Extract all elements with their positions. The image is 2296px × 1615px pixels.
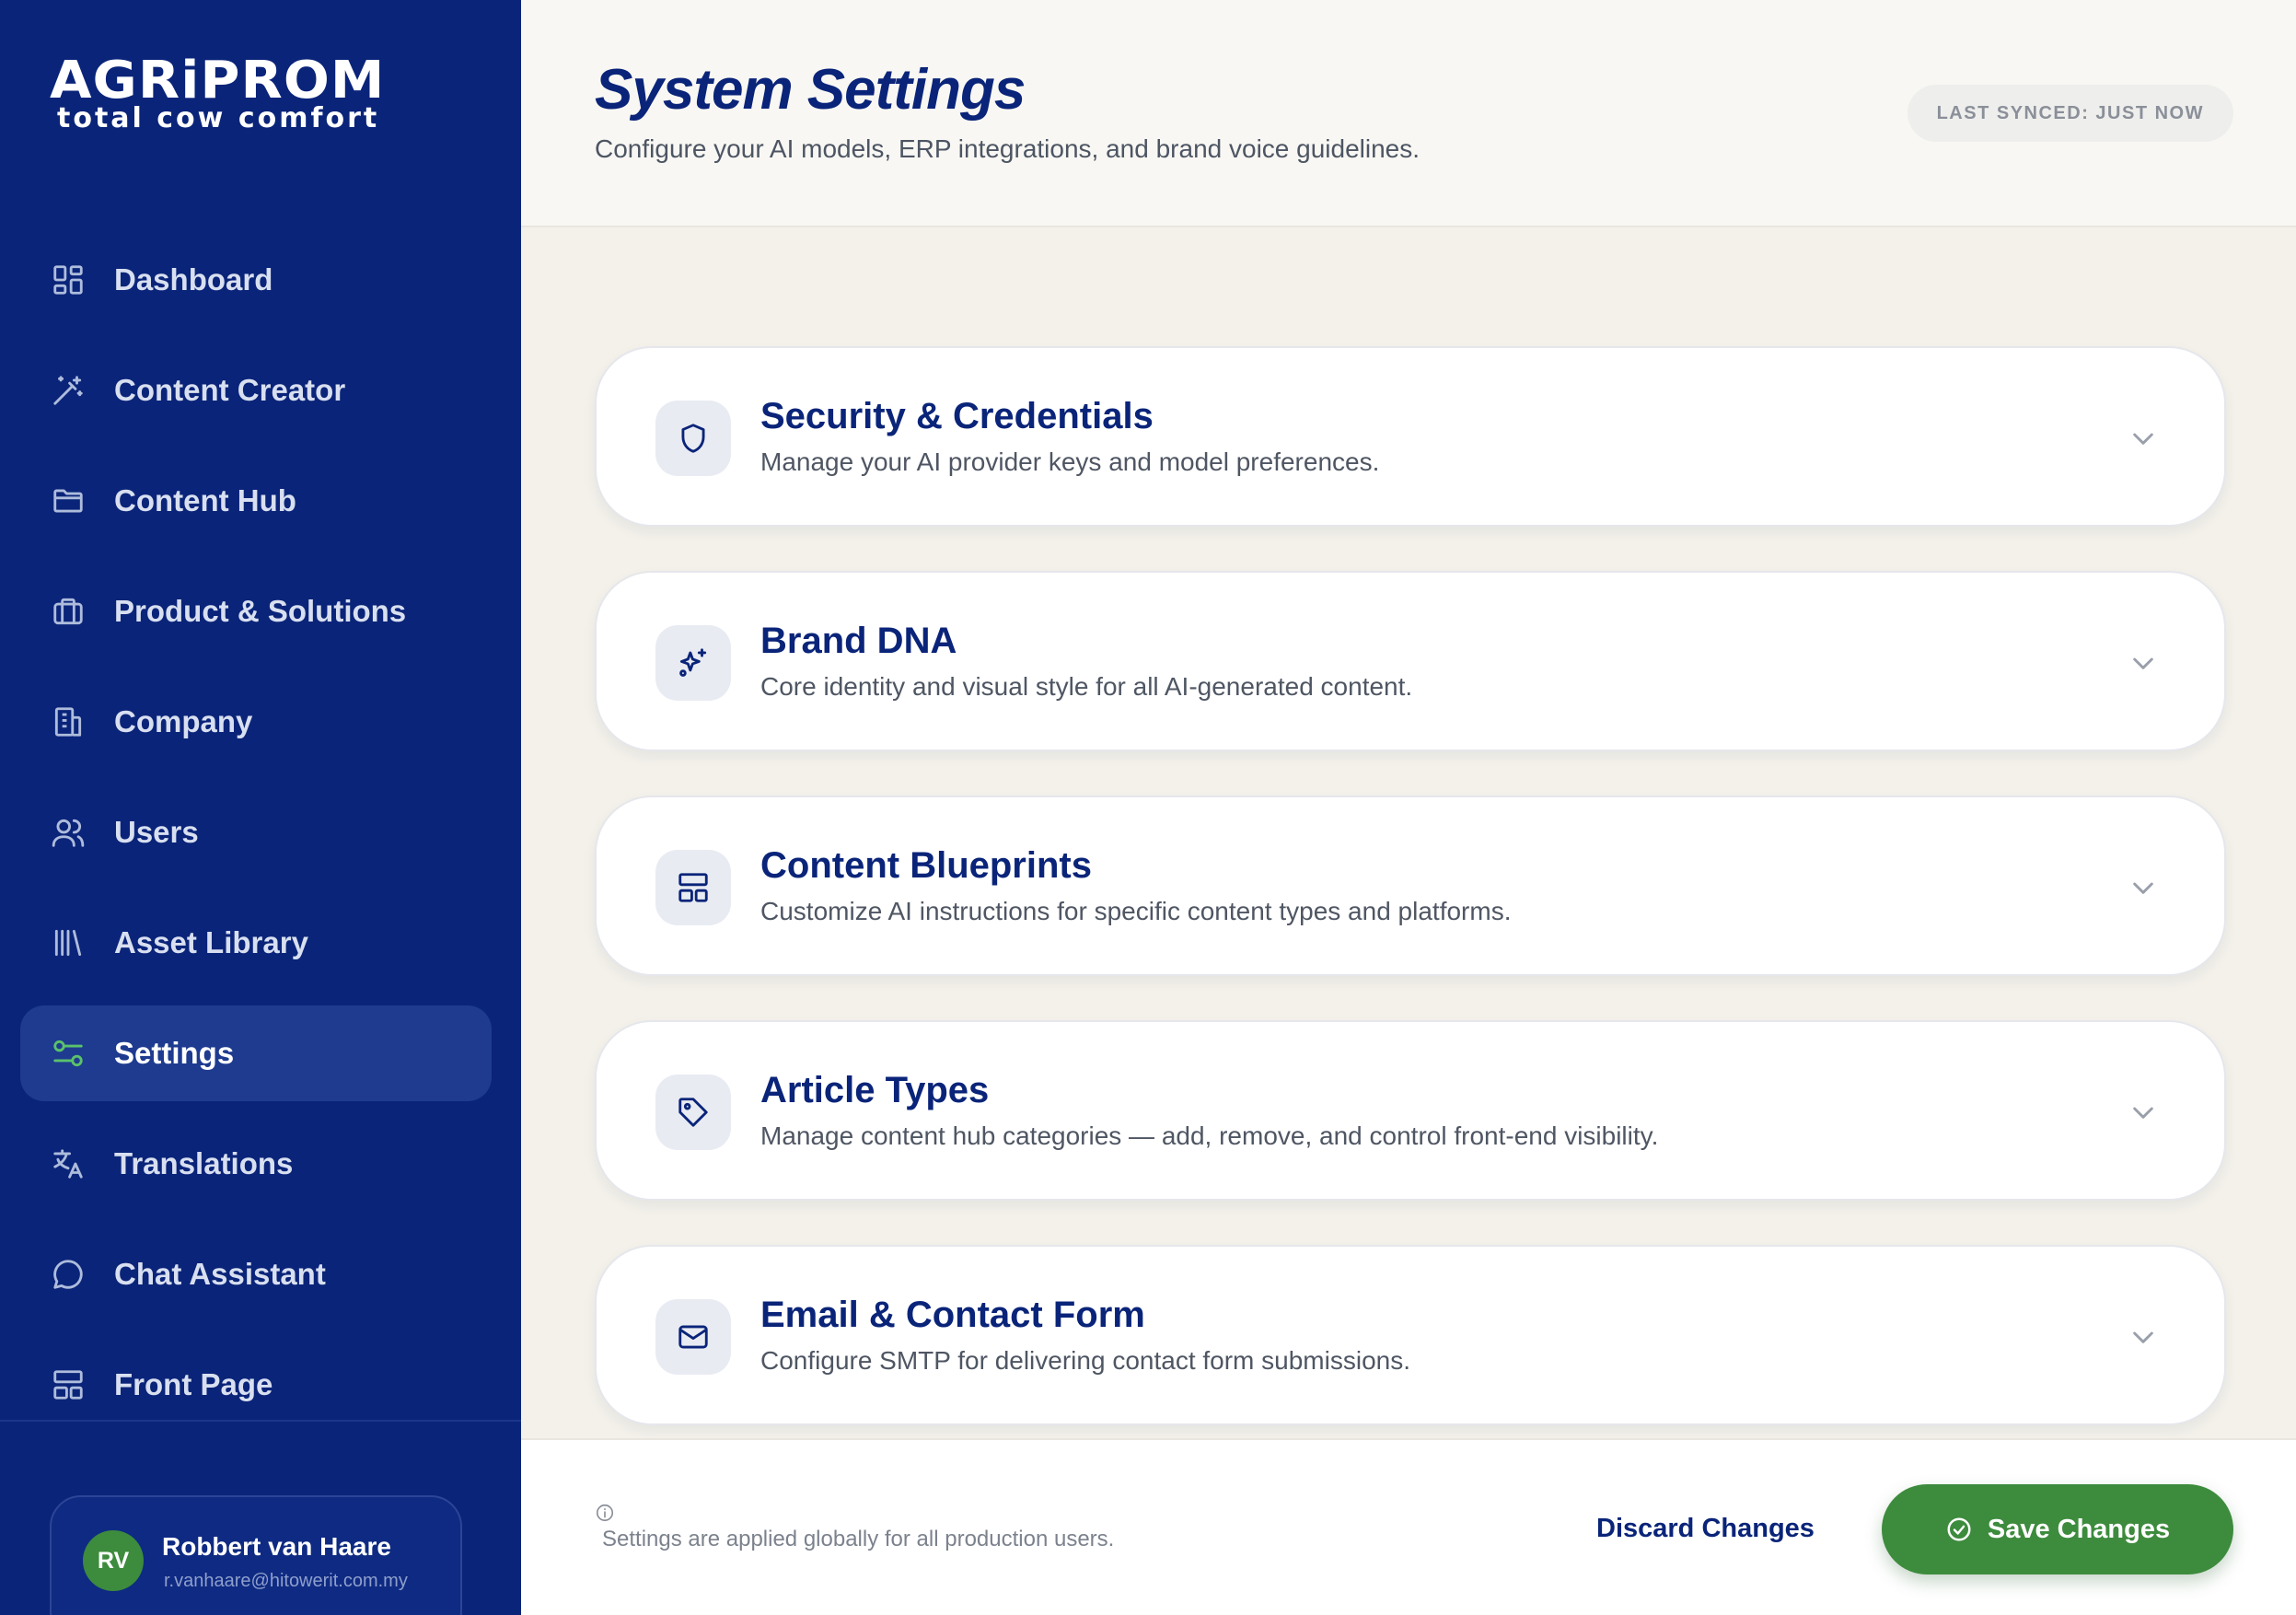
- sidebar: AGRiPROM total cow comfort Dashboard Con…: [0, 0, 521, 1615]
- library-icon: [50, 924, 87, 961]
- folder-icon: [50, 482, 87, 519]
- mail-icon: [655, 1299, 731, 1375]
- section-description: Manage content hub categories — add, rem…: [760, 1121, 1659, 1150]
- sidebar-item-translations[interactable]: Translations: [20, 1116, 492, 1212]
- section-title: Content Blueprints: [760, 845, 1092, 886]
- sidebar-item-label: Dashboard: [114, 262, 273, 296]
- user-profile-card[interactable]: RV Robbert van Haare r.vanhaare@hitoweri…: [50, 1495, 462, 1615]
- section-title: Security & Credentials: [760, 396, 1154, 436]
- section-title: Article Types: [760, 1070, 990, 1110]
- section-email-contact-form[interactable]: Email & Contact Form Configure SMTP for …: [595, 1245, 2226, 1425]
- section-description: Configure SMTP for delivering contact fo…: [760, 1346, 1410, 1375]
- chevron-down-icon[interactable]: [2127, 873, 2160, 902]
- footer-info-text: Settings are applied globally for all pr…: [602, 1527, 1115, 1551]
- page-subtitle: Configure your AI models, ERP integratio…: [595, 134, 1421, 163]
- translate-icon: [50, 1145, 87, 1182]
- sparkles-icon: [655, 625, 731, 701]
- discard-changes-button[interactable]: Discard Changes: [1596, 1514, 1815, 1544]
- check-circle-icon: [1947, 1517, 1971, 1541]
- sidebar-item-company[interactable]: Company: [20, 674, 492, 770]
- sidebar-item-users[interactable]: Users: [20, 784, 492, 880]
- sliders-icon: [50, 1035, 87, 1072]
- section-brand-dna[interactable]: Brand DNA Core identity and visual style…: [595, 571, 2226, 751]
- brand-logo[interactable]: AGRiPROM total cow comfort: [50, 55, 384, 133]
- section-description: Customize AI instructions for specific c…: [760, 897, 1512, 925]
- action-footer: Settings are applied globally for all pr…: [521, 1438, 2296, 1615]
- sidebar-item-chat-assistant[interactable]: Chat Assistant: [20, 1226, 492, 1322]
- users-icon: [50, 814, 87, 851]
- sidebar-item-front-page[interactable]: Front Page: [20, 1337, 492, 1433]
- layout-icon: [50, 1366, 87, 1403]
- dashboard-icon: [50, 261, 87, 298]
- user-name: Robbert van Haare: [162, 1532, 391, 1561]
- section-article-types[interactable]: Article Types Manage content hub categor…: [595, 1020, 2226, 1201]
- page-header: System Settings Configure your AI models…: [521, 0, 2296, 227]
- sidebar-item-asset-library[interactable]: Asset Library: [20, 895, 492, 991]
- sidebar-divider: [0, 1420, 521, 1422]
- sidebar-item-label: Translations: [114, 1146, 294, 1180]
- sidebar-item-content-hub[interactable]: Content Hub: [20, 453, 492, 549]
- section-content-blueprints[interactable]: Content Blueprints Customize AI instruct…: [595, 796, 2226, 976]
- section-description: Core identity and visual style for all A…: [760, 672, 1413, 701]
- save-changes-button[interactable]: Save Changes: [1882, 1484, 2233, 1574]
- sidebar-nav: Dashboard Content Creator Content Hub Pr…: [20, 232, 492, 1447]
- sidebar-item-label: Company: [114, 704, 253, 738]
- section-title: Brand DNA: [760, 621, 957, 661]
- sidebar-item-dashboard[interactable]: Dashboard: [20, 232, 492, 328]
- user-email: r.vanhaare@hitowerit.com.my: [164, 1571, 408, 1591]
- sidebar-item-label: Content Creator: [114, 373, 346, 407]
- sidebar-item-label: Content Hub: [114, 483, 296, 517]
- settings-sections: Security & Credentials Manage your AI pr…: [595, 346, 2226, 1470]
- chevron-down-icon[interactable]: [2127, 648, 2160, 678]
- briefcase-icon: [50, 593, 87, 630]
- chevron-down-icon[interactable]: [2127, 1322, 2160, 1352]
- sidebar-item-label: Product & Solutions: [114, 594, 407, 628]
- avatar: RV: [83, 1530, 144, 1591]
- magic-wand-icon: [50, 372, 87, 409]
- page-title: System Settings: [595, 58, 1026, 122]
- sidebar-item-product-solutions[interactable]: Product & Solutions: [20, 564, 492, 659]
- tag-icon: [655, 1075, 731, 1150]
- sidebar-item-label: Front Page: [114, 1367, 273, 1401]
- sync-status-badge: LAST SYNCED: JUST NOW: [1907, 85, 2233, 142]
- sidebar-item-content-creator[interactable]: Content Creator: [20, 343, 492, 438]
- chat-icon: [50, 1256, 87, 1293]
- info-icon: [596, 1504, 614, 1522]
- building-icon: [50, 703, 87, 740]
- section-security-credentials[interactable]: Security & Credentials Manage your AI pr…: [595, 346, 2226, 527]
- chevron-down-icon[interactable]: [2127, 424, 2160, 453]
- brand-name: AGRiPROM: [50, 51, 386, 110]
- save-button-label: Save Changes: [1987, 1514, 2171, 1544]
- shield-icon: [655, 401, 731, 476]
- sidebar-item-label: Chat Assistant: [114, 1257, 326, 1291]
- section-title: Email & Contact Form: [760, 1295, 1145, 1335]
- sidebar-item-label: Settings: [114, 1036, 235, 1070]
- sidebar-item-label: Asset Library: [114, 925, 308, 959]
- chevron-down-icon[interactable]: [2127, 1098, 2160, 1127]
- sidebar-item-label: Users: [114, 815, 199, 849]
- layout-icon: [655, 850, 731, 925]
- sidebar-item-settings[interactable]: Settings: [20, 1005, 492, 1101]
- section-description: Manage your AI provider keys and model p…: [760, 447, 1380, 476]
